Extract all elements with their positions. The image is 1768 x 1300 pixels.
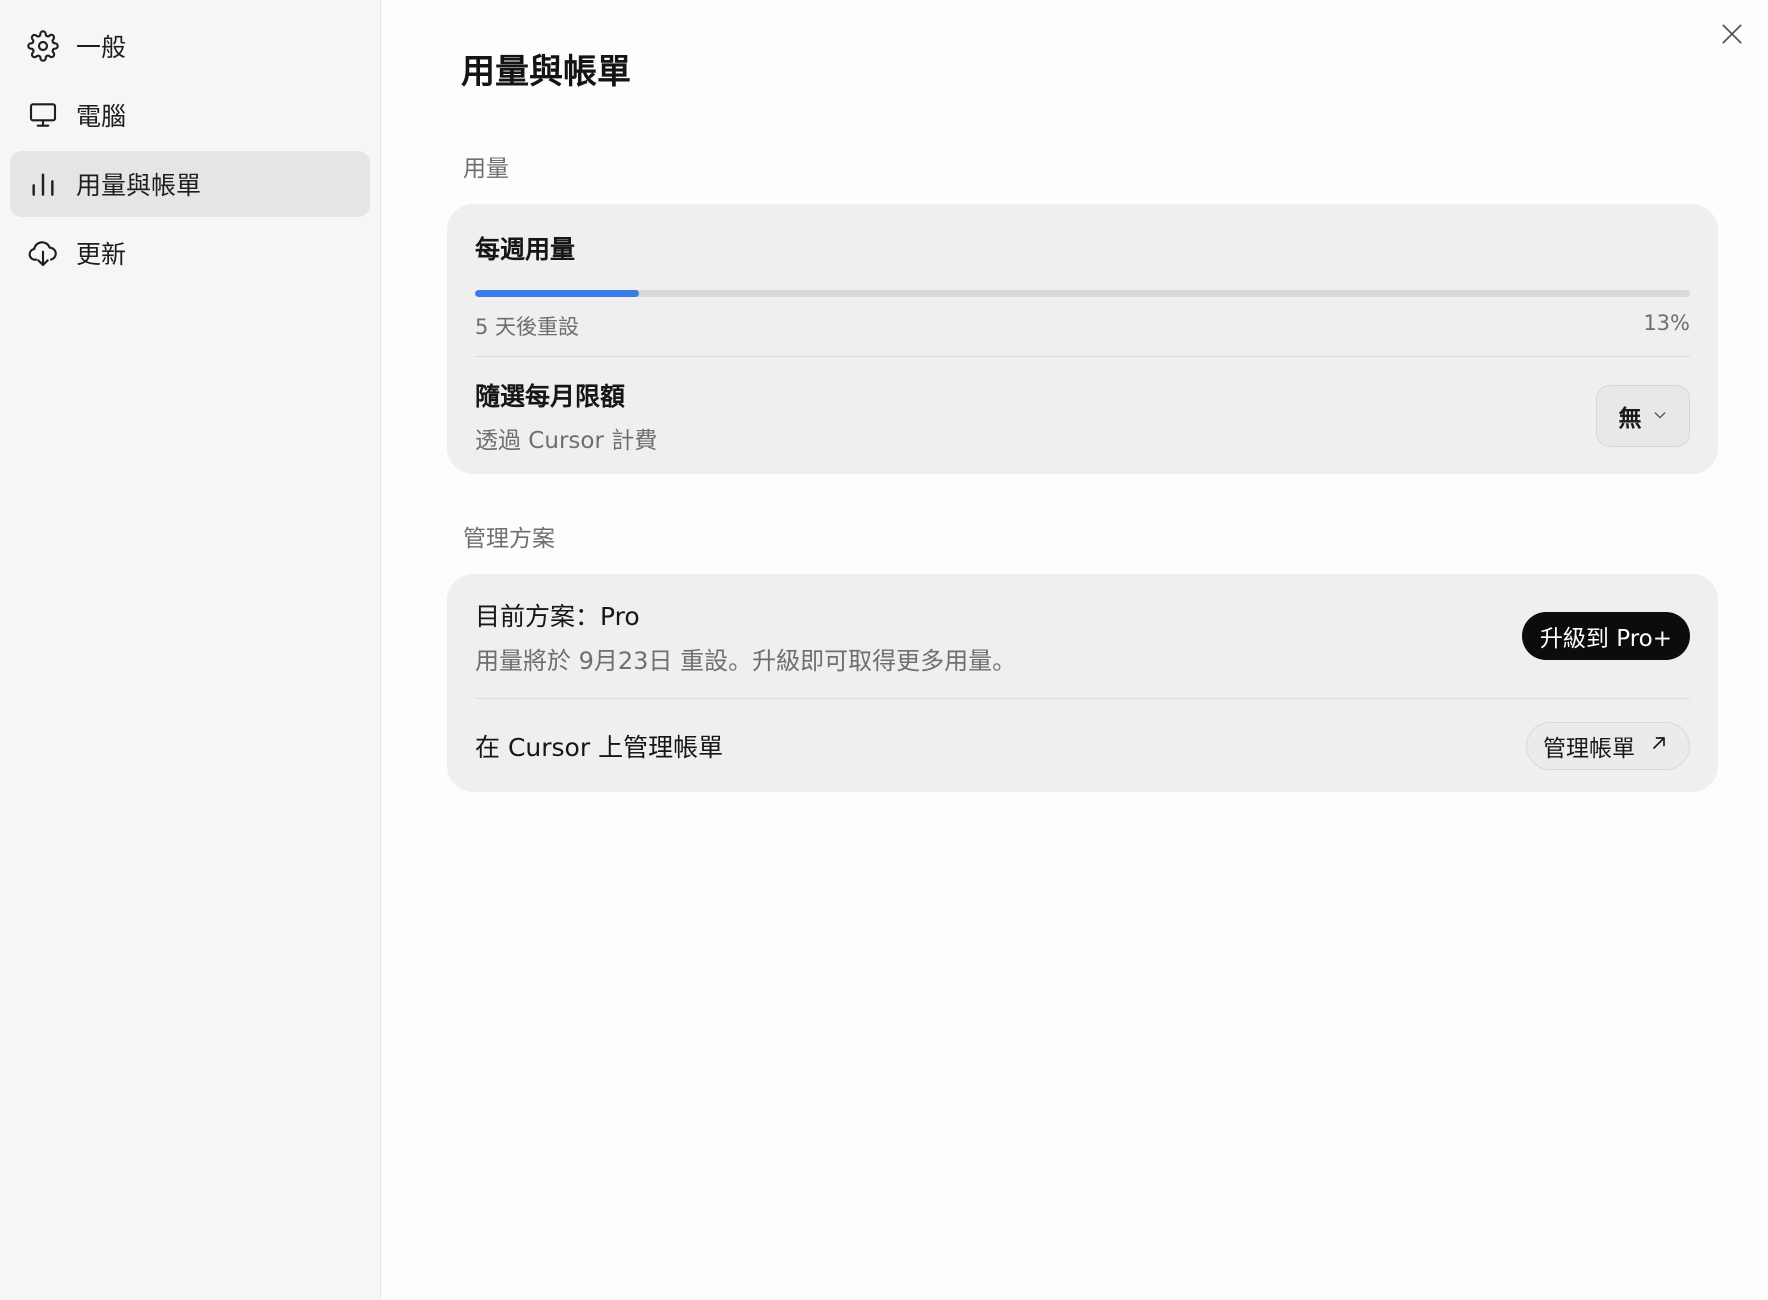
- sidebar-item-updates[interactable]: 更新: [10, 220, 370, 286]
- monitor-icon: [26, 98, 60, 132]
- weekly-usage-title: 每週用量: [475, 235, 576, 264]
- manage-billing-label: 管理帳單: [1543, 735, 1635, 762]
- close-icon: [1719, 21, 1745, 51]
- settings-window: 一般 電腦 用量與帳單 更新 用量與帳單 用量 每週用量 5 天後重設 13% …: [0, 0, 1768, 1300]
- monthly-limit-title: 隨選每月限額: [475, 381, 626, 411]
- sidebar-item-general[interactable]: 一般: [10, 13, 370, 79]
- gear-icon: [26, 29, 60, 63]
- monthly-limit-text: 隨選每月限額 透過 Cursor 計費: [475, 377, 657, 455]
- sidebar-item-usage-billing[interactable]: 用量與帳單: [10, 151, 370, 217]
- monthly-limit-value: 無: [1618, 405, 1642, 432]
- current-plan-subtitle: 用量將於 9月23日 重設。升級即可取得更多用量。: [475, 646, 1017, 675]
- cloud-download-icon: [26, 236, 60, 270]
- manage-billing-title: 在 Cursor 上管理帳單: [475, 732, 724, 762]
- sidebar: 一般 電腦 用量與帳單 更新: [0, 0, 381, 1300]
- bar-chart-icon: [26, 167, 60, 201]
- monthly-limit-subtitle: 透過 Cursor 計費: [475, 427, 658, 454]
- usage-section-label: 用量: [463, 156, 509, 182]
- page-title: 用量與帳單: [461, 52, 631, 92]
- weekly-usage-progress: [475, 290, 1690, 297]
- manage-billing-button[interactable]: 管理帳單: [1526, 721, 1690, 770]
- sidebar-item-computer[interactable]: 電腦: [10, 82, 370, 148]
- upgrade-button[interactable]: 升級到 Pro+: [1521, 612, 1690, 660]
- weekly-usage-row: 每週用量 5 天後重設 13%: [475, 204, 1690, 356]
- weekly-usage-meta: 5 天後重設 13%: [475, 311, 1690, 341]
- sidebar-item-label: 更新: [76, 240, 127, 269]
- external-link-icon: [1649, 733, 1669, 759]
- close-button[interactable]: [1714, 18, 1750, 54]
- sidebar-item-label: 用量與帳單: [76, 171, 202, 200]
- main-content: 用量與帳單 用量 每週用量 5 天後重設 13% 隨選每月限額 透過 Curso…: [381, 0, 1768, 1300]
- monthly-limit-row: 隨選每月限額 透過 Cursor 計費 無: [475, 356, 1690, 474]
- current-plan-title: 目前方案：Pro: [475, 601, 640, 631]
- monthly-limit-select[interactable]: 無: [1596, 384, 1690, 447]
- sidebar-item-label: 一般: [76, 33, 127, 62]
- current-plan-row: 目前方案：Pro 用量將於 9月23日 重設。升級即可取得更多用量。 升級到 P…: [475, 574, 1690, 698]
- manage-billing-row: 在 Cursor 上管理帳單 管理帳單: [475, 698, 1690, 792]
- usage-card: 每週用量 5 天後重設 13% 隨選每月限額 透過 Cursor 計費 無: [447, 204, 1718, 474]
- usage-percent: 13%: [1643, 311, 1690, 335]
- current-plan-text: 目前方案：Pro 用量將於 9月23日 重設。升級即可取得更多用量。: [475, 597, 1016, 676]
- plan-card: 目前方案：Pro 用量將於 9月23日 重設。升級即可取得更多用量。 升級到 P…: [447, 574, 1718, 792]
- weekly-usage-progress-fill: [475, 290, 640, 297]
- sidebar-item-label: 電腦: [76, 102, 127, 131]
- plan-section-label: 管理方案: [463, 526, 555, 552]
- chevron-down-icon: [1652, 403, 1668, 429]
- reset-text: 5 天後重設: [475, 315, 580, 339]
